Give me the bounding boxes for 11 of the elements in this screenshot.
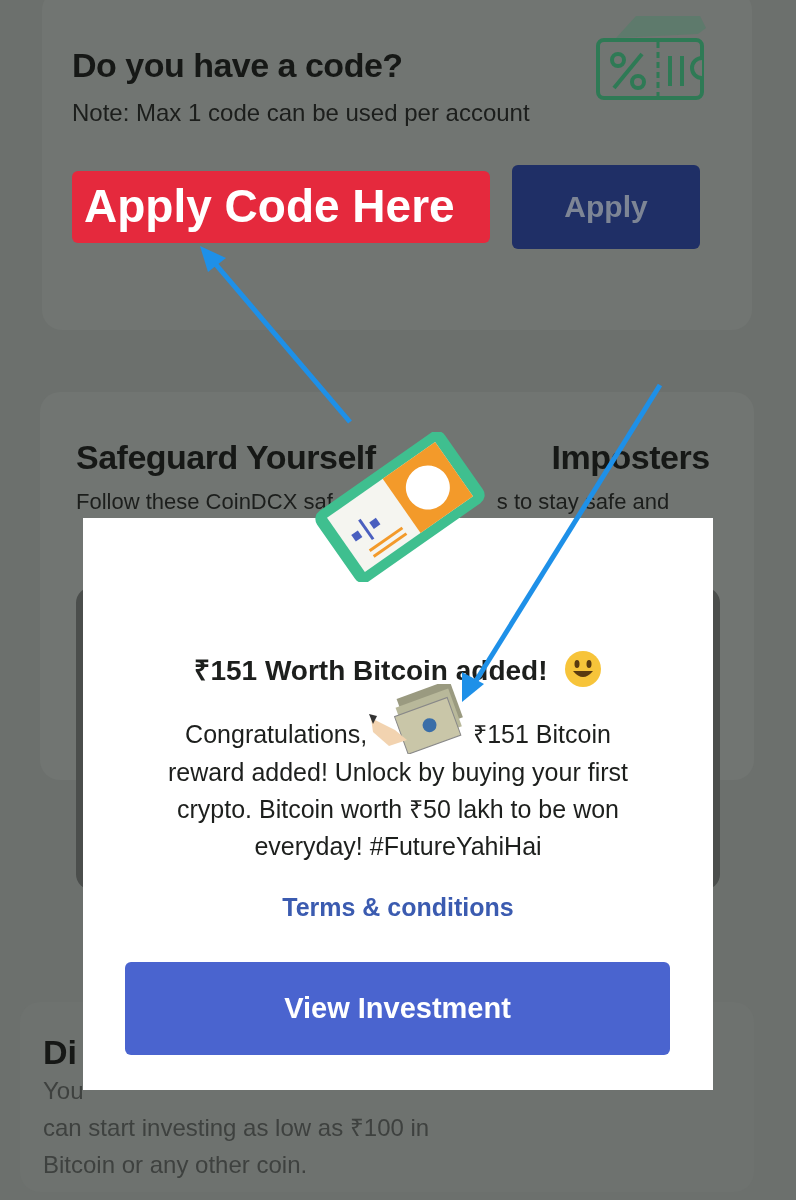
code-note: Note: Max 1 code can be used per account [72,99,531,127]
reward-text: reward added! Unlock by buying your first crypto. Bitcoin worth ₹50 lakh to be won everyday! #FutureYahiHai [167,757,629,862]
code-title: Do you have a code? [72,46,404,85]
info-title: Di [43,1032,78,1072]
terms-link[interactable]: Terms & conditions [282,893,514,922]
reward-text: Congratulations, [185,718,368,750]
code-field[interactable]: Apply Code Here [72,171,490,243]
view-investment-button[interactable]: View Investment [125,962,670,1055]
safeguard-title: Safeguard Yourself [76,438,376,477]
reward-text: ₹151 Bitcoin [473,718,611,750]
smiley-icon [563,650,602,688]
